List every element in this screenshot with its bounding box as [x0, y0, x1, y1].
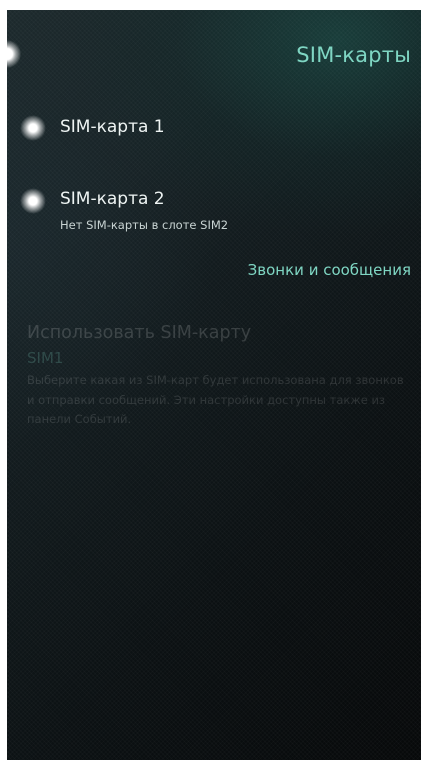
sim-card-1-item[interactable]: SIM-карта 1 [7, 105, 421, 145]
use-sim-setting: Использовать SIM-карту SIM1 Выберите как… [27, 322, 412, 430]
phone-screen: SIM-карты SIM-карта 1 SIM-карта 2 Нет SI… [7, 10, 421, 760]
sim-card-2-label: SIM-карта 2 [60, 189, 165, 209]
sim-card-2-item[interactable]: SIM-карта 2 Нет SIM-карты в слоте SIM2 [7, 178, 421, 238]
calls-and-messages-link[interactable]: Звонки и сообщения [248, 261, 411, 279]
use-sim-value: SIM1 [27, 349, 64, 367]
page-indicator-glow-icon [7, 40, 21, 68]
use-sim-heading: Использовать SIM-карту [27, 323, 252, 343]
page-title: SIM-карты [296, 43, 411, 67]
sim-card-1-label: SIM-карта 1 [60, 117, 165, 137]
use-sim-description: Выберите какая из SIM-карт будет использ… [27, 373, 404, 426]
glow-dot-icon [20, 115, 46, 141]
glow-dot-icon [20, 188, 46, 214]
sim-card-2-status: Нет SIM-карты в слоте SIM2 [60, 218, 229, 232]
